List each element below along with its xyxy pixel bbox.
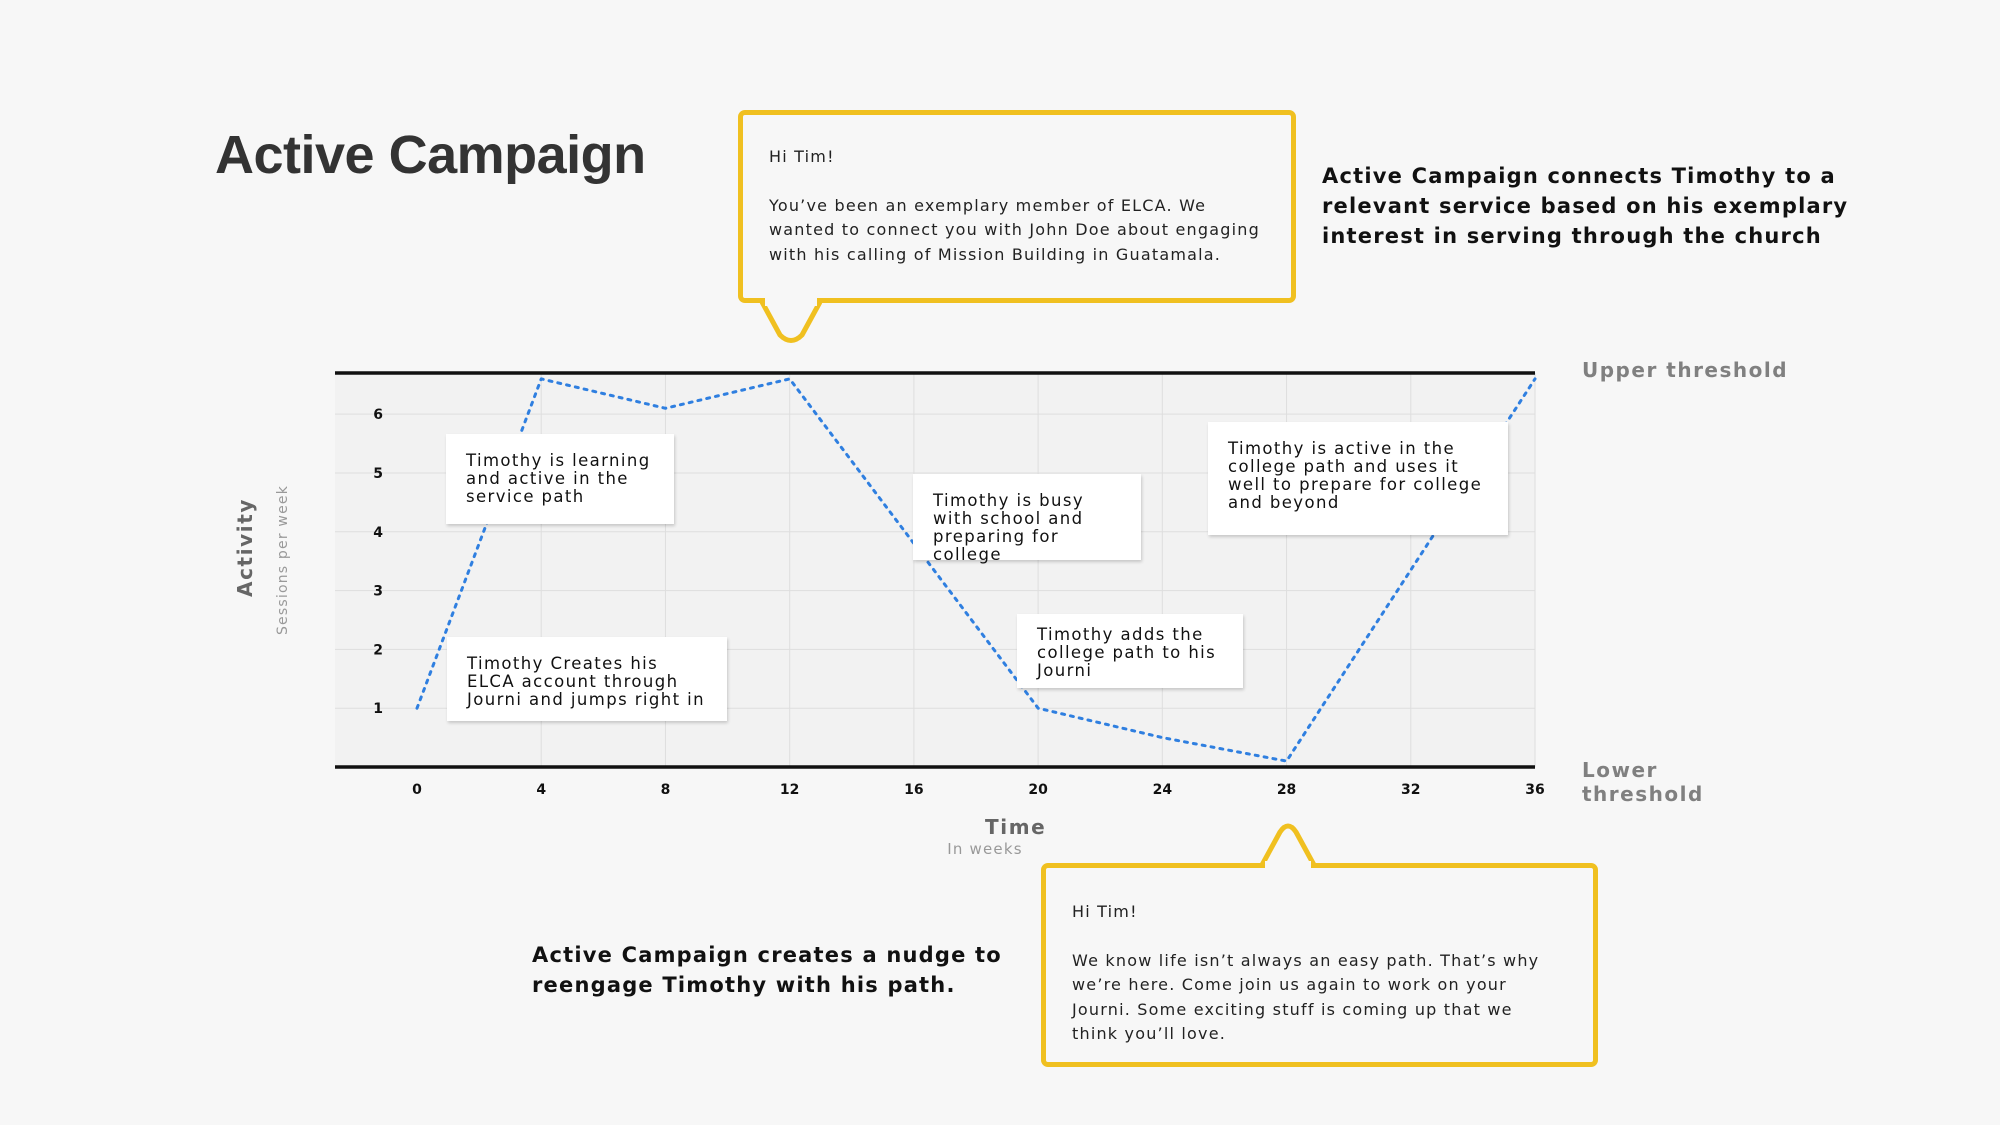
y-tick-label: 1 bbox=[373, 701, 383, 717]
annotation-account-created: Timothy Creates his ELCA account through… bbox=[447, 637, 727, 721]
top-tail-mask bbox=[765, 298, 817, 306]
annotation-account-created-text: Timothy Creates his ELCA account through… bbox=[467, 654, 705, 709]
annotation-active-college-text: Timothy is active in the college path an… bbox=[1228, 439, 1483, 512]
x-tick-label: 12 bbox=[780, 782, 799, 798]
x-axis-subtitle: In weeks bbox=[947, 840, 1023, 858]
annotation-learning: Timothy is learning and active in the se… bbox=[446, 434, 674, 524]
annotation-learning-text: Timothy is learning and active in the se… bbox=[466, 451, 651, 506]
bottom-bubble-tail bbox=[1259, 823, 1317, 867]
y-axis-subtitle: Sessions per week bbox=[275, 484, 291, 636]
annotation-active-college: Timothy is active in the college path an… bbox=[1208, 422, 1508, 535]
annotation-college-path-text: Timothy adds the college path to his Jou… bbox=[1037, 625, 1217, 680]
x-tick-label: 28 bbox=[1277, 782, 1296, 798]
lower-threshold-label: Lower threshold bbox=[1582, 758, 1704, 806]
bottom-tail-mask bbox=[1265, 861, 1311, 869]
y-tick-label: 2 bbox=[373, 642, 383, 658]
y-axis-title: Activity bbox=[233, 497, 257, 597]
x-tick-label: 0 bbox=[412, 782, 422, 798]
annotation-busy-text: Timothy is busy with school and preparin… bbox=[933, 491, 1084, 564]
top-bubble-tail bbox=[759, 300, 823, 343]
x-tick-label: 20 bbox=[1028, 782, 1048, 798]
y-tick-label: 6 bbox=[373, 407, 383, 423]
x-tick-label: 8 bbox=[661, 782, 671, 798]
x-tick-label: 32 bbox=[1401, 782, 1420, 798]
x-tick-label: 36 bbox=[1525, 782, 1544, 798]
x-tick-label: 16 bbox=[904, 782, 923, 798]
x-tick-label: 24 bbox=[1153, 782, 1173, 798]
y-tick-label: 3 bbox=[373, 584, 383, 600]
upper-threshold-label: Upper threshold bbox=[1582, 358, 1789, 382]
annotation-college-path: Timothy adds the college path to his Jou… bbox=[1017, 614, 1243, 688]
x-axis-title: Time bbox=[985, 815, 1047, 839]
y-tick-label: 4 bbox=[373, 525, 383, 541]
x-tick-label: 4 bbox=[536, 782, 546, 798]
y-tick-label: 5 bbox=[373, 466, 383, 482]
annotation-busy: Timothy is busy with school and preparin… bbox=[913, 474, 1141, 564]
